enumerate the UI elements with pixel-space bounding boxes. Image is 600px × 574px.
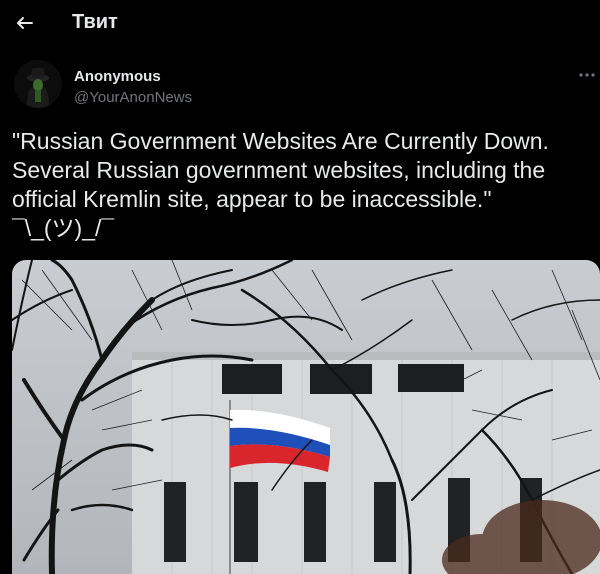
page-title: Твит — [72, 11, 118, 33]
photo-building-flag — [12, 260, 600, 574]
more-horizontal-icon[interactable] — [578, 66, 596, 84]
top-bar: Твит — [0, 0, 600, 50]
author-display-name[interactable]: Anonymous — [74, 68, 161, 85]
tweet-text: "Russian Government Websites Are Current… — [12, 128, 549, 241]
avatar[interactable] — [14, 60, 62, 108]
tweet-author: Anonymous @YourAnonNews — [0, 58, 600, 114]
tweet-media-photo[interactable] — [12, 260, 600, 574]
hooded-figure-icon — [14, 60, 62, 108]
arrow-left-icon[interactable] — [12, 10, 38, 36]
author-handle[interactable]: @YourAnonNews — [74, 89, 192, 106]
